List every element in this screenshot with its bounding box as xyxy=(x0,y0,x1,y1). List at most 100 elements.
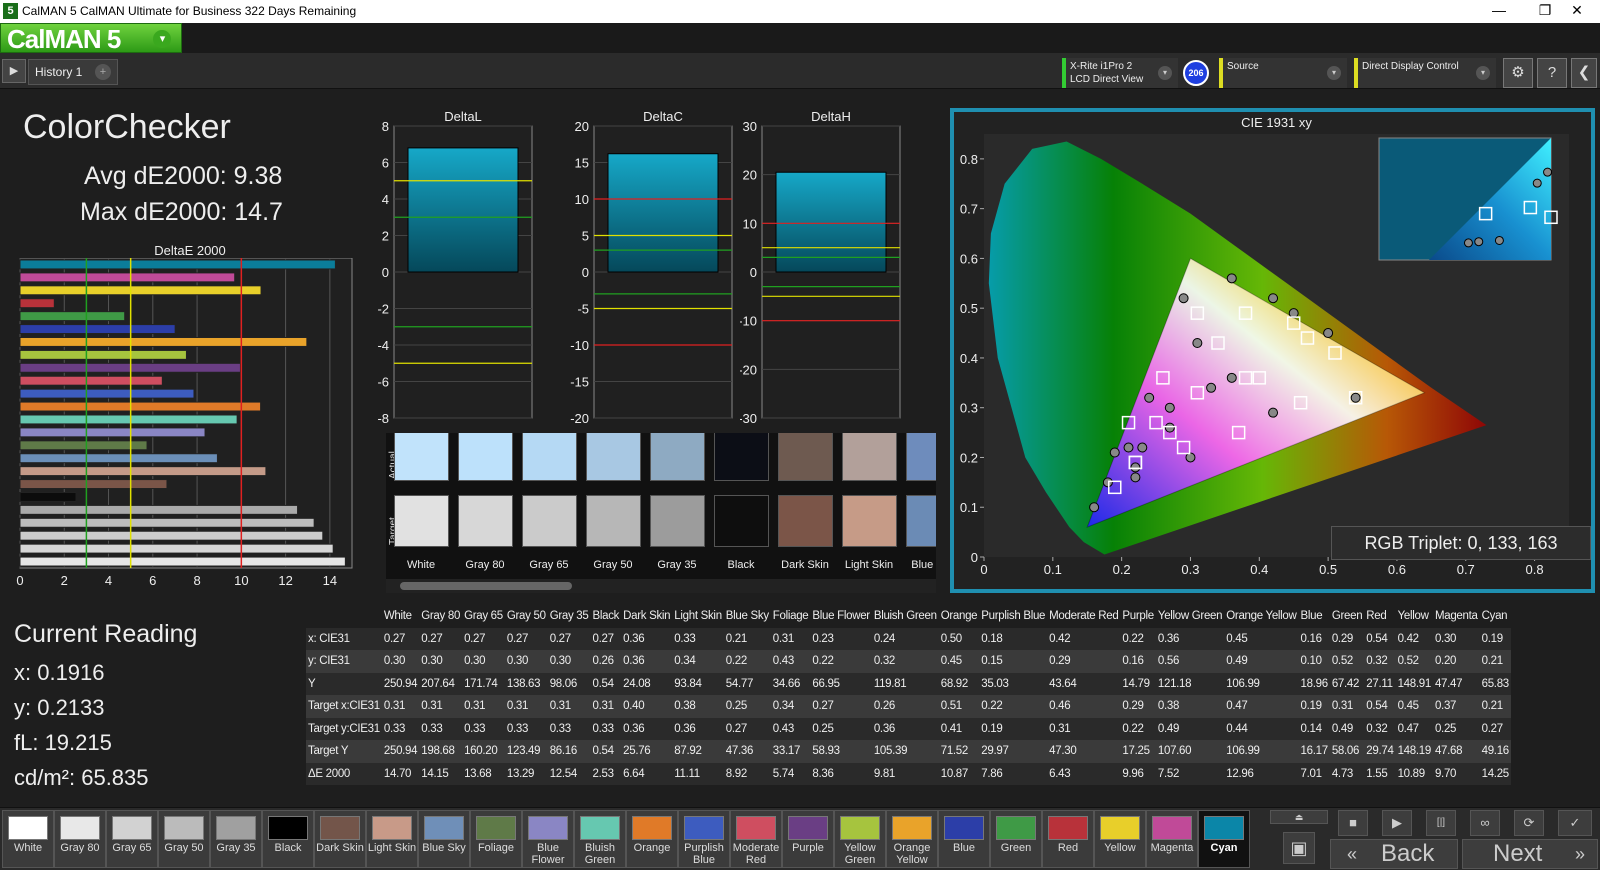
patch-label: Blue xyxy=(952,842,976,854)
rgb-triplet-readout: RGB Triplet: 0, 133, 163 xyxy=(1331,526,1591,560)
close-button[interactable]: ✕ xyxy=(1554,0,1600,23)
swatch-scrollbar[interactable] xyxy=(386,579,936,593)
patch-button-moderate-red[interactable]: Moderate Red xyxy=(730,810,782,868)
patch-button-gray-80[interactable]: Gray 80 xyxy=(54,810,106,868)
actual-point xyxy=(1323,328,1334,339)
table-cell: 0.22 xyxy=(979,695,1048,718)
meter-badge[interactable]: 206 xyxy=(1183,60,1209,86)
tick-label: 0.4 xyxy=(1250,562,1268,577)
column-header: Blue Flower xyxy=(810,605,872,628)
chevron-down-icon: ▾ xyxy=(153,30,171,48)
next-button[interactable]: Next » xyxy=(1462,839,1598,869)
patch-button-blue[interactable]: Blue xyxy=(938,810,990,868)
actual-point xyxy=(1350,392,1361,403)
patch-button-white[interactable]: White xyxy=(2,810,54,868)
gear-icon[interactable]: ⚙ xyxy=(1503,58,1533,88)
table-cell: 0.30 xyxy=(504,650,548,673)
current-y: y: 0.2133 xyxy=(14,695,105,720)
table-cell: 47.47 xyxy=(1432,672,1480,695)
patch-label: Orange Yellow xyxy=(893,842,931,866)
stop-icon[interactable]: ■ xyxy=(1338,810,1368,836)
table-cell: 47.68 xyxy=(1432,740,1480,763)
bar-gray-50 xyxy=(19,517,315,528)
bar-gray-65 xyxy=(19,530,324,541)
patch-button-red[interactable]: Red xyxy=(1042,810,1094,868)
scrollbar-thumb[interactable] xyxy=(400,582,572,590)
patch-button-orange[interactable]: Orange xyxy=(626,810,678,868)
patch-button-gray-65[interactable]: Gray 65 xyxy=(106,810,158,868)
patch-button-green[interactable]: Green xyxy=(990,810,1042,868)
check-icon[interactable]: ✓ xyxy=(1558,810,1592,836)
deltae-2000-chart: 0 2 4 6 8 10 12 14 xyxy=(16,258,353,588)
actual-point xyxy=(1164,422,1175,433)
patch-button-yellow[interactable]: Yellow xyxy=(1094,810,1146,868)
bar-light-skin xyxy=(19,466,267,477)
step-icon[interactable]: [|] xyxy=(1426,810,1456,836)
swatch-actual xyxy=(714,433,769,481)
actual-point xyxy=(1123,442,1134,453)
refresh-icon[interactable]: ⟳ xyxy=(1514,810,1544,836)
table-cell: 0.54 xyxy=(590,740,622,763)
tick-label: -2 xyxy=(377,302,389,317)
minimize-button[interactable]: — xyxy=(1476,0,1522,23)
patch-button-blue-flower[interactable]: Blue Flower xyxy=(522,810,574,868)
column-header: Magenta xyxy=(1432,605,1480,628)
tick-label: 14 xyxy=(323,573,337,588)
patch-button-yellow-green[interactable]: Yellow Green xyxy=(834,810,886,868)
table-cell: 33.17 xyxy=(770,740,811,763)
table-cell: 0.33 xyxy=(462,717,505,740)
table-cell: 16.17 xyxy=(1298,740,1330,763)
chevron-down-icon: ▾ xyxy=(1327,66,1341,80)
meter-selector[interactable]: X-Rite i1Pro 2 LCD Direct View ▾ xyxy=(1062,58,1178,88)
patch-button-bluish-green[interactable]: Bluish Green xyxy=(574,810,626,868)
actual-point xyxy=(1130,462,1141,473)
patch-button-dark-skin[interactable]: Dark Skin xyxy=(314,810,366,868)
patch-button-purplish-blue[interactable]: Purplish Blue xyxy=(678,810,730,868)
tick-label: 0.5 xyxy=(960,301,978,316)
patch-button-gray-35[interactable]: Gray 35 xyxy=(210,810,262,868)
help-icon[interactable]: ? xyxy=(1537,58,1567,88)
eject-icon[interactable]: ⏏ xyxy=(1270,810,1328,824)
tick-label: 4 xyxy=(105,573,112,588)
tick-label: 0.1 xyxy=(960,500,978,515)
loop-icon[interactable]: ∞ xyxy=(1470,810,1500,836)
actual-point xyxy=(1109,447,1120,458)
actual-point xyxy=(1137,442,1148,453)
current-cdm2: cd/m²: 65.835 xyxy=(14,765,149,790)
back-button[interactable]: « Back xyxy=(1330,839,1458,869)
table-row: Target Y 250.94 198.68 160.20 123.49 86.16 0.5… xyxy=(306,740,1511,763)
tick-label: -15 xyxy=(570,375,589,390)
table-cell: 98.06 xyxy=(547,672,591,695)
bar-gray-80 xyxy=(19,543,334,554)
table-cell: 0.27 xyxy=(590,627,622,650)
table-cell: 0.31 xyxy=(419,695,463,718)
tab-history-1[interactable]: History 1 + xyxy=(28,59,118,85)
collapse-icon[interactable]: ❮ xyxy=(1571,58,1597,88)
patch-button-blue-sky[interactable]: Blue Sky xyxy=(418,810,470,868)
calman-logo-menu[interactable]: CalMAN 5 ▾ xyxy=(0,23,182,54)
patch-button-purple[interactable]: Purple xyxy=(782,810,834,868)
patch-button-foliage[interactable]: Foliage xyxy=(470,810,522,868)
bar-magenta xyxy=(19,272,236,283)
source-selector[interactable]: Source ▾ xyxy=(1219,58,1347,88)
patch-button-black[interactable]: Black xyxy=(262,810,314,868)
display-selector[interactable]: Direct Display Control ▾ xyxy=(1354,58,1496,88)
play-icon[interactable]: ▶ xyxy=(2,59,26,83)
patch-button-gray-50[interactable]: Gray 50 xyxy=(158,810,210,868)
patch-button-orange-yellow[interactable]: Orange Yellow xyxy=(886,810,938,868)
actual-point xyxy=(1268,293,1279,304)
tick-label: 0.4 xyxy=(960,351,978,366)
add-tab-icon[interactable]: + xyxy=(95,64,111,80)
patch-chip xyxy=(996,816,1036,840)
patch-button-cyan[interactable]: Cyan xyxy=(1198,810,1250,868)
record-icon[interactable]: ▣ xyxy=(1283,832,1315,864)
patch-label: Green xyxy=(1000,842,1032,854)
actual-point xyxy=(1185,452,1196,463)
actual-point xyxy=(1288,308,1299,319)
patch-button-magenta[interactable]: Magenta xyxy=(1146,810,1198,868)
table-cell: 0.36 xyxy=(621,717,673,740)
play-icon[interactable]: ▶ xyxy=(1382,810,1412,836)
tick-label: -20 xyxy=(570,411,589,426)
chart-title: DeltaC xyxy=(643,109,683,124)
patch-button-light-skin[interactable]: Light Skin xyxy=(366,810,418,868)
